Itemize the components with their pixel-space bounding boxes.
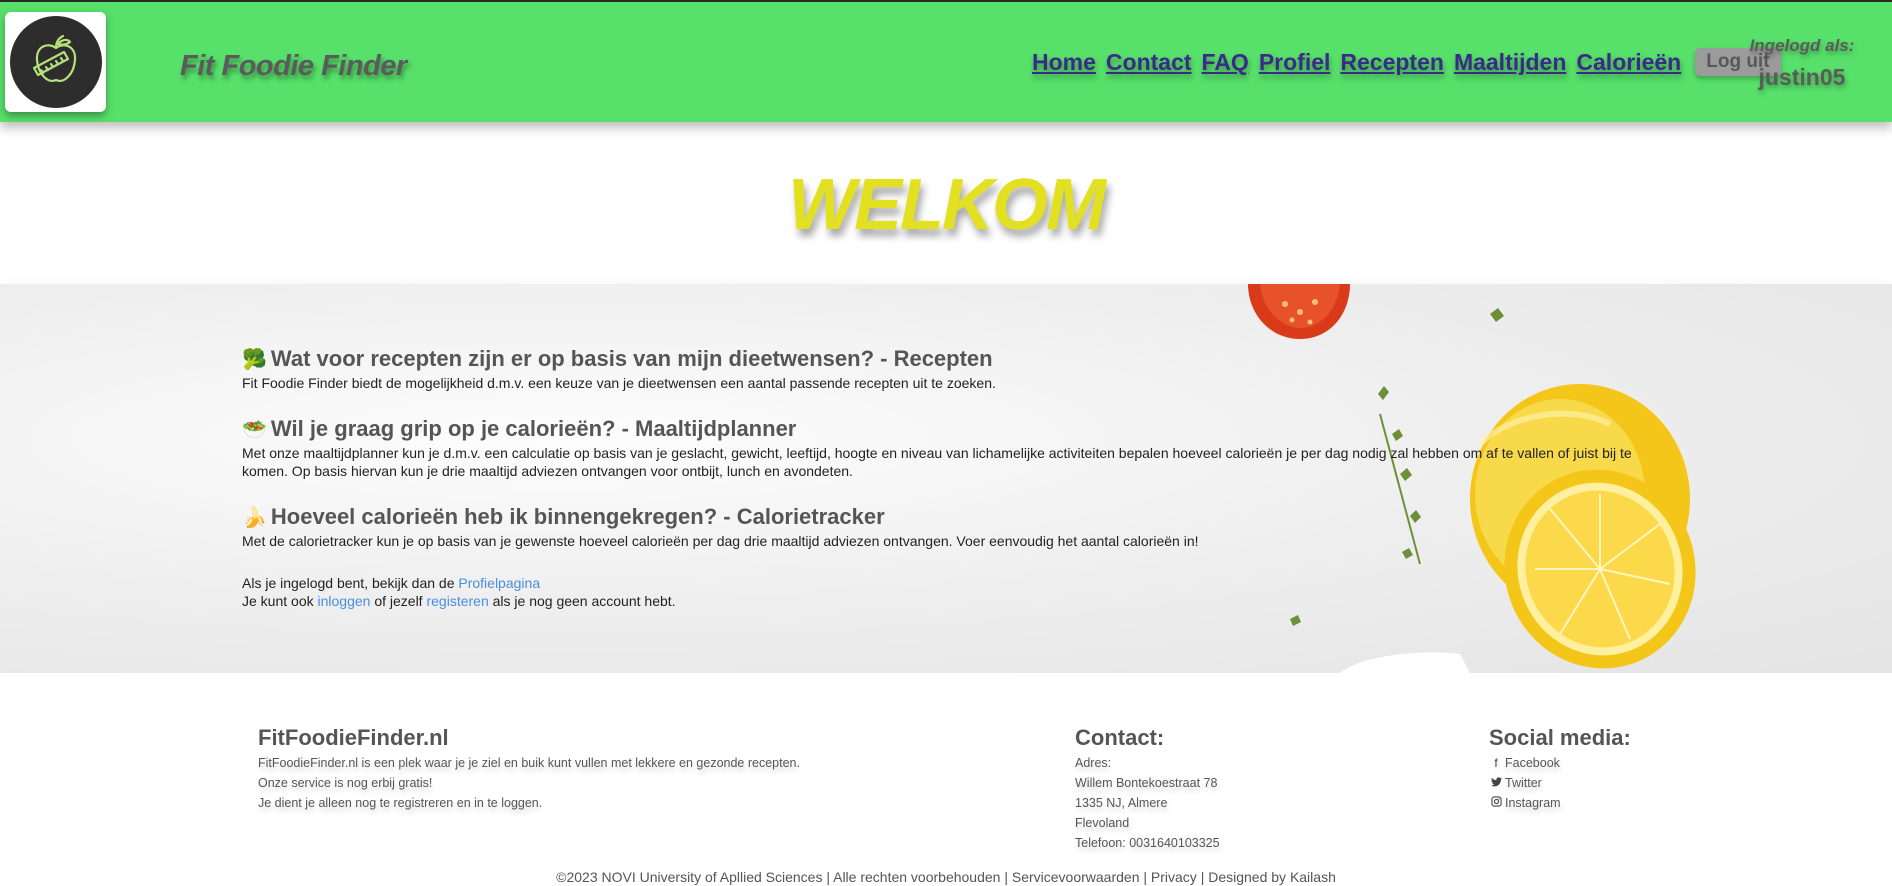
footer-contact-title: Contact:: [1075, 725, 1165, 750]
footer-social-title: Social media:: [1489, 725, 1631, 750]
contact-line: Telefoon: 0031640103325: [1075, 836, 1220, 850]
banana-icon: 🍌: [242, 507, 267, 529]
nav-faq[interactable]: FAQ: [1202, 49, 1249, 76]
login-link[interactable]: inloggen: [318, 593, 371, 609]
twitter-label: Twitter: [1505, 776, 1542, 790]
footer-about: FitFoodieFinder.nl FitFoodieFinder.nl is…: [258, 725, 800, 813]
copyright: ©2023 NOVI University of Apllied Science…: [556, 869, 1336, 885]
instagram-label: Instagram: [1505, 796, 1561, 810]
profile-page-link[interactable]: Profielpagina: [458, 575, 540, 591]
profile-line: Als je ingelogd bent, bekijk dan de Prof…: [242, 574, 1642, 592]
nav-profiel[interactable]: Profiel: [1259, 49, 1331, 76]
site-footer: FitFoodieFinder.nl FitFoodieFinder.nl is…: [0, 673, 1892, 886]
username: justin05: [1758, 64, 1846, 90]
section-recepten: 🥦 Wat voor recepten zijn er op basis van …: [242, 346, 1642, 392]
login-line-suffix: als je nog geen account hebt.: [488, 593, 676, 609]
site-title: Fit Foodie Finder: [180, 50, 407, 82]
section-title: Wil je graag grip op je calorieën? - Maa…: [270, 416, 797, 441]
section-title: Wat voor recepten zijn er op basis van m…: [270, 346, 993, 371]
login-line-middle: of jezelf: [370, 593, 427, 609]
main-content: 🥦 Wat voor recepten zijn er op basis van …: [0, 284, 1892, 673]
contact-line: Flevoland: [1075, 816, 1130, 830]
section-maaltijdplanner: 🥗 Wil je graag grip op je calorieën? - Ma…: [242, 416, 1642, 480]
footer-contact: Contact: Adres: Willem Bontekoestraat 78…: [1075, 725, 1220, 853]
broccoli-icon: 🥦: [242, 349, 267, 371]
profile-line-text: Als je ingelogd bent, bekijk dan de: [242, 575, 459, 591]
section-heading: 🥗 Wil je graag grip op je calorieën? - Ma…: [242, 416, 1642, 442]
intro-content: 🥦 Wat voor recepten zijn er op basis van …: [242, 346, 1642, 610]
facebook-link[interactable]: f Facebook: [1489, 753, 1631, 773]
section-text: Fit Foodie Finder biedt de mogelijkheid …: [242, 375, 996, 391]
section-text: Met de calorietracker kun je op basis va…: [242, 533, 1199, 549]
nav-recepten[interactable]: Recepten: [1340, 49, 1444, 76]
contact-line: 1335 NJ, Almere: [1075, 796, 1168, 810]
facebook-icon: f: [1494, 756, 1498, 770]
twitter-link[interactable]: Twitter: [1489, 773, 1631, 793]
footer-about-line: FitFoodieFinder.nl is een plek waar je j…: [258, 756, 800, 770]
main-nav: Home Contact FAQ Profiel Recepten Maalti…: [1032, 48, 1781, 76]
instagram-link[interactable]: Instagram: [1489, 793, 1631, 813]
contact-line: Willem Bontekoestraat 78: [1075, 776, 1218, 790]
tomato-decoration: [1248, 284, 1350, 339]
account-links: Als je ingelogd bent, bekijk dan de Prof…: [242, 574, 1642, 610]
nav-contact[interactable]: Contact: [1106, 49, 1192, 76]
footer-about-title: FitFoodieFinder.nl: [258, 725, 449, 750]
footer-about-line: Onze service is nog erbij gratis!: [258, 776, 433, 790]
logo[interactable]: [5, 12, 106, 112]
facebook-label: Facebook: [1505, 756, 1560, 770]
nav-maaltijden[interactable]: Maaltijden: [1454, 49, 1566, 76]
welcome-banner: WELKOM: [0, 122, 1892, 284]
footer-social: Social media: f Facebook Twitter Instagra…: [1489, 725, 1631, 813]
section-calorietracker: 🍌 Hoeveel calorieën heb ik binnengekregen…: [242, 504, 1642, 550]
instagram-icon: [1489, 793, 1503, 813]
logged-in-label: Ingelogd als:: [1749, 36, 1855, 55]
salad-icon: 🥗: [242, 419, 267, 441]
login-line-prefix: Je kunt ook: [242, 593, 318, 609]
twitter-icon: [1489, 773, 1503, 793]
welcome-title: WELKOM: [788, 165, 1106, 245]
section-heading: 🥦 Wat voor recepten zijn er op basis van …: [242, 346, 1642, 372]
nav-calorieen[interactable]: Calorieën: [1576, 49, 1681, 76]
contact-line: Adres:: [1075, 756, 1112, 770]
section-title: Hoeveel calorieën heb ik binnengekregen?…: [270, 504, 885, 529]
section-heading: 🍌 Hoeveel calorieën heb ik binnengekregen…: [242, 504, 1642, 530]
user-info: Ingelogd als: justin05: [1742, 36, 1862, 91]
register-link[interactable]: registeren: [426, 593, 488, 609]
site-header: Fit Foodie Finder Home Contact FAQ Profi…: [0, 0, 1892, 122]
apple-measuring-tape-icon: [9, 16, 102, 108]
nav-home[interactable]: Home: [1032, 49, 1096, 76]
footer-about-line: Je dient je alleen nog te registreren en…: [258, 796, 543, 810]
login-line: Je kunt ook inloggen of jezelf registere…: [242, 592, 1642, 610]
section-text: Met onze maaltijdplanner kun je d.m.v. e…: [242, 445, 1632, 479]
